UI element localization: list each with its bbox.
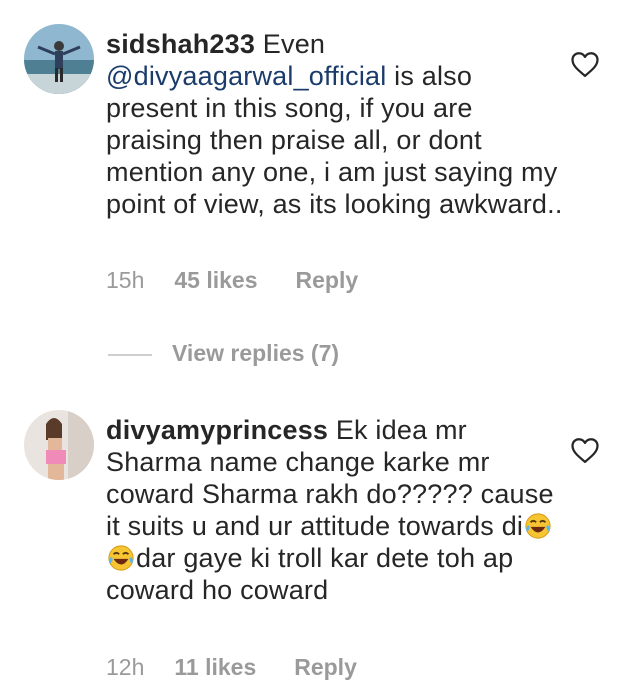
comment-body: dar gaye ki troll kar dete toh ap coward… <box>106 543 514 605</box>
comment-username[interactable]: divyamyprincess <box>106 415 328 445</box>
comment-text: sidshah233 Even @divyaagarwal_official i… <box>106 28 566 220</box>
reply-button[interactable]: Reply <box>296 267 359 294</box>
mention-link[interactable]: @divyaagarwal_official <box>106 61 386 91</box>
divider-line <box>108 353 152 356</box>
comment-time: 12h <box>106 654 145 680</box>
like-heart-icon[interactable] <box>570 436 600 464</box>
comment-body: Even <box>255 29 326 59</box>
like-heart-icon[interactable] <box>570 50 600 78</box>
likes-count[interactable]: 11 likes <box>174 654 256 681</box>
view-replies-label[interactable]: View replies (7) <box>172 340 339 366</box>
comment-meta: 12h 11 likes Reply <box>106 654 357 681</box>
comment-meta: 15h 45 likes Reply <box>106 267 358 294</box>
laughing-tears-emoji-icon <box>523 512 553 540</box>
comment-username[interactable]: sidshah233 <box>106 29 255 59</box>
comment-time: 15h <box>106 267 145 293</box>
avatar[interactable] <box>24 24 94 94</box>
comment-text: divyamyprincess Ek idea mr Sharma name c… <box>106 414 566 606</box>
likes-count[interactable]: 45 likes <box>174 267 257 294</box>
reply-button[interactable]: Reply <box>294 654 357 681</box>
laughing-tears-emoji-icon <box>106 544 136 572</box>
avatar[interactable] <box>24 410 94 480</box>
view-replies-button[interactable]: View replies (7) <box>108 340 339 367</box>
